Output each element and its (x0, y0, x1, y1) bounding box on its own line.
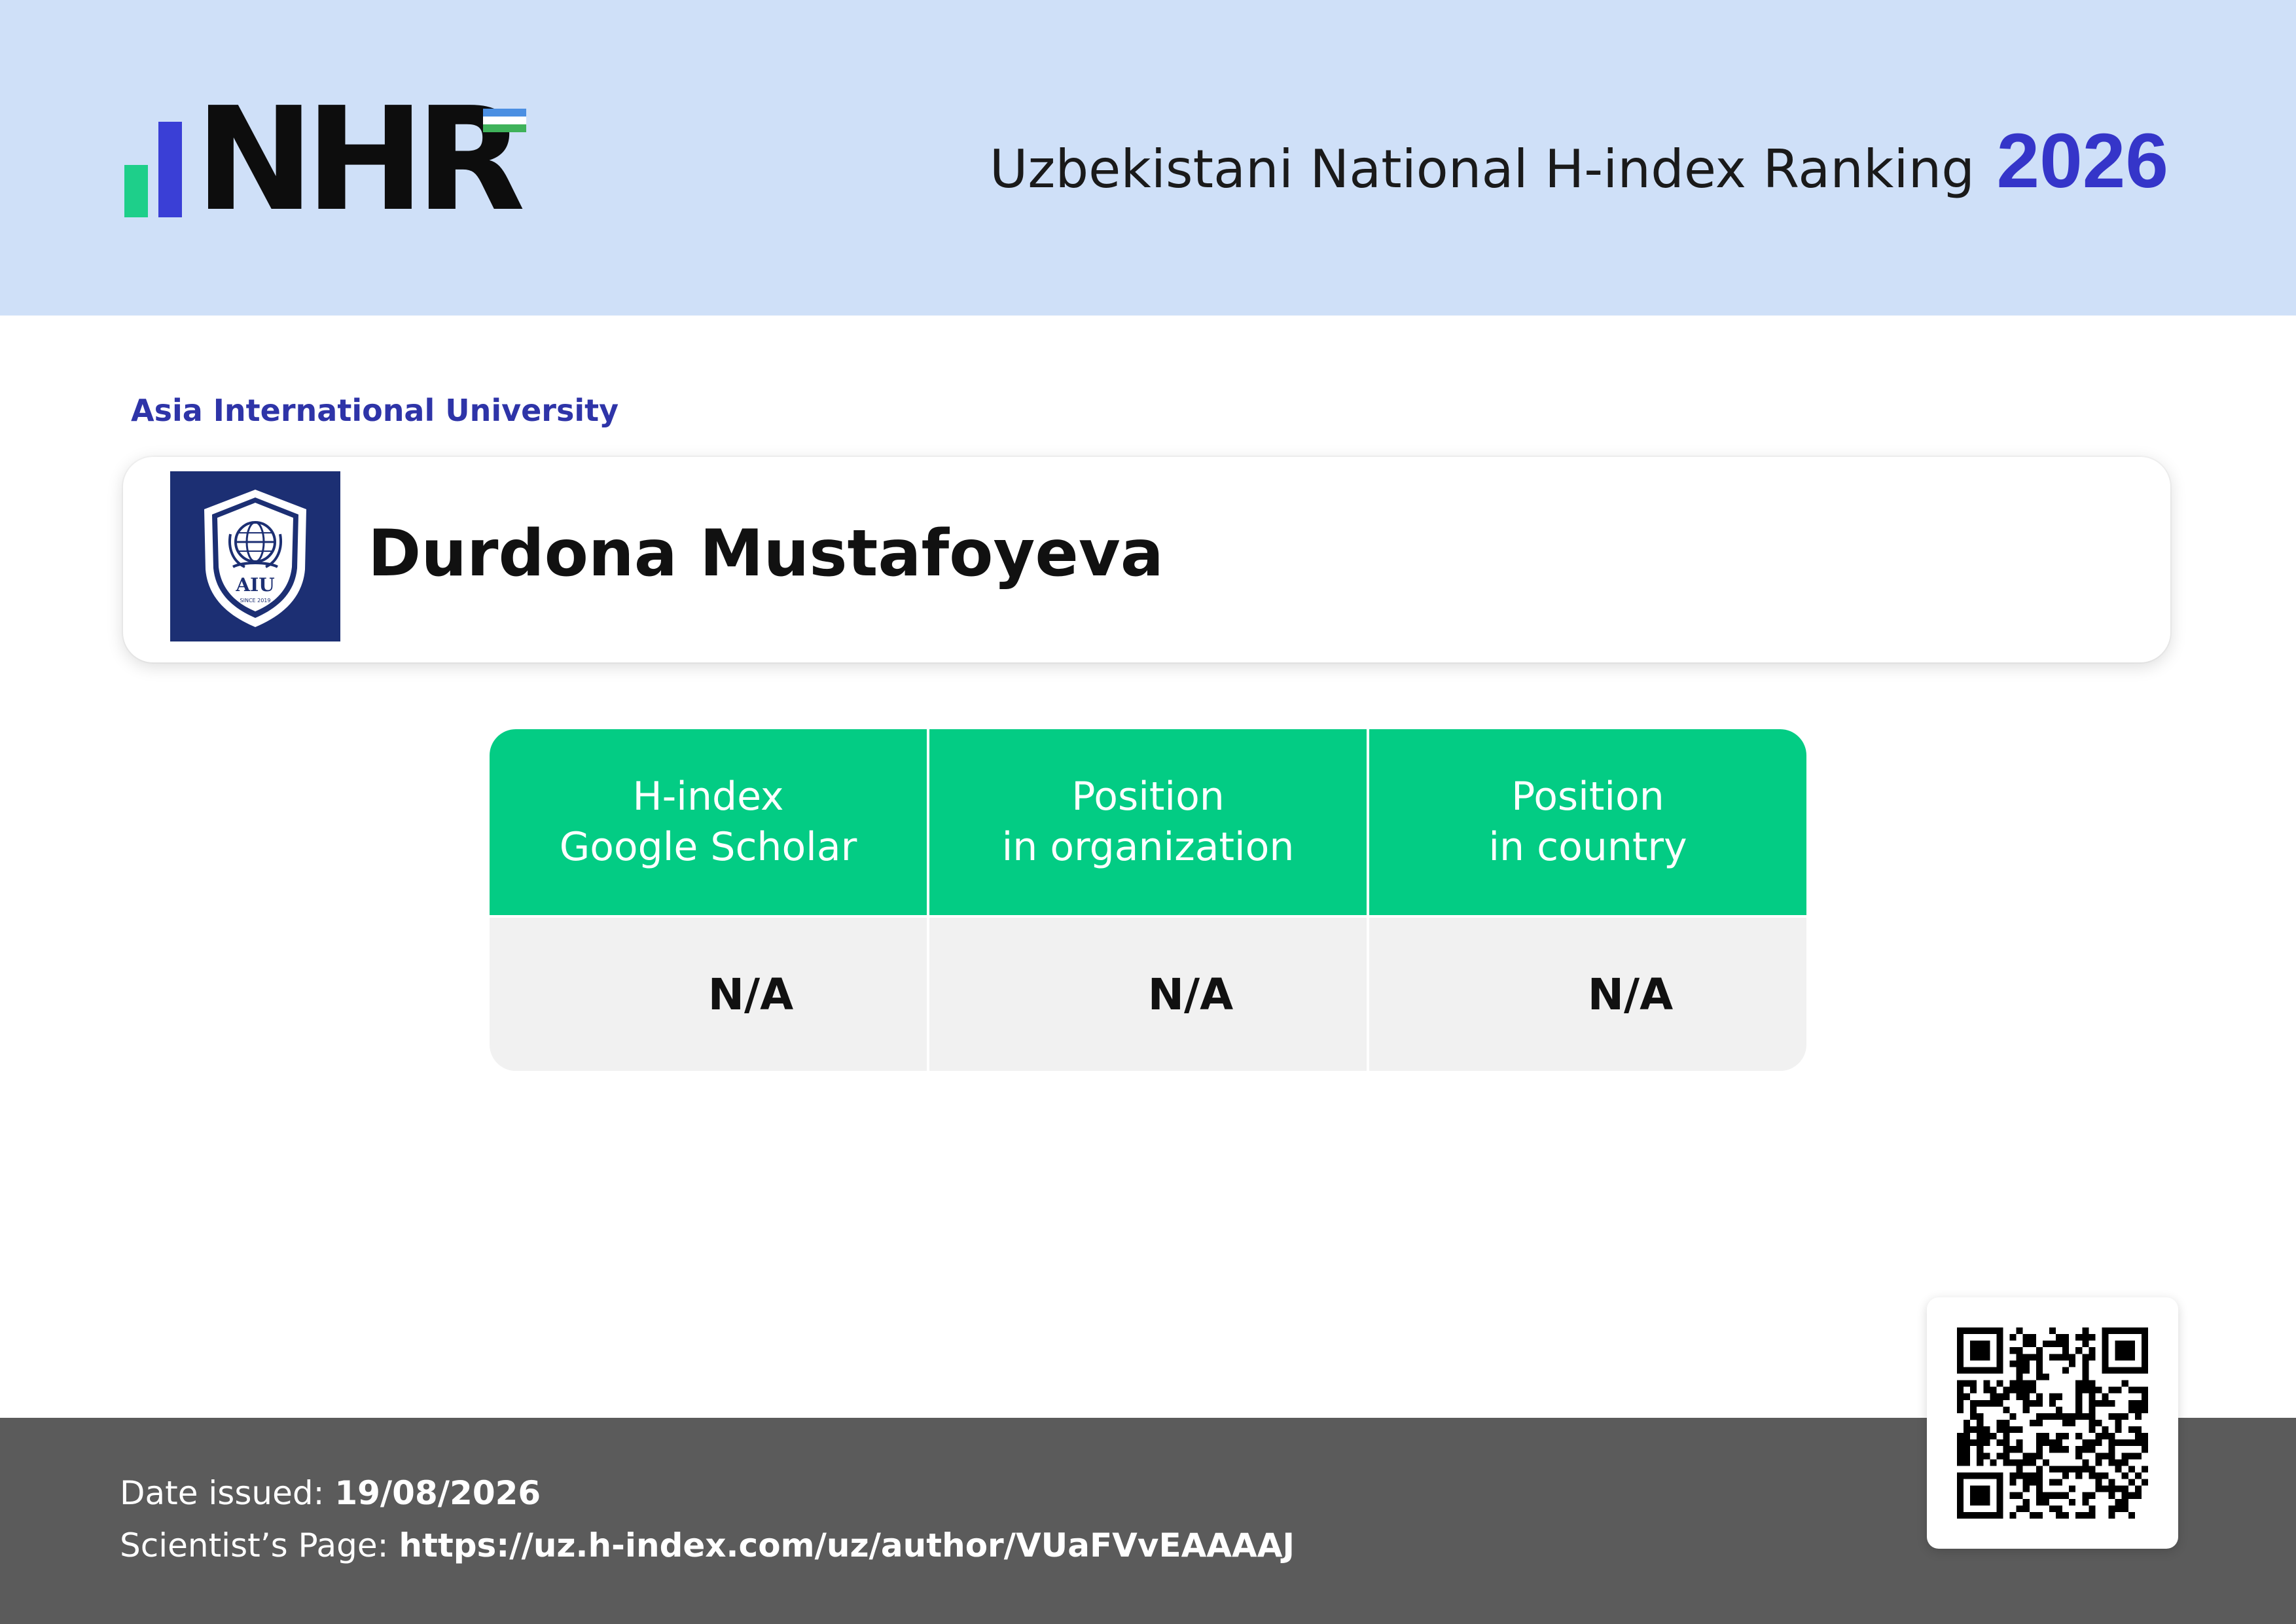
header-banner: NHR Uzbekistani National H-index Ranking… (0, 0, 2296, 316)
date-issued-label: Date issued: (120, 1474, 325, 1512)
stats-header-line1: Position (1071, 774, 1225, 820)
stats-header-position-organization: Position in organization (929, 729, 1367, 915)
qr-code-icon (1957, 1327, 2148, 1519)
stats-value-h-index: N/A (490, 918, 927, 1071)
aiu-crest-icon: AIU SINCE 2019 (204, 490, 306, 627)
stats-header-position-country: Position in country (1369, 729, 1806, 915)
ranking-title-text: Uzbekistani National H-index Ranking (989, 139, 1975, 200)
stats-table: H-index Google Scholar N/A Position in o… (490, 729, 1806, 1071)
organization-logo: AIU SINCE 2019 (170, 471, 340, 641)
stats-column-position-country: Position in country N/A (1369, 729, 1806, 1071)
aiu-logo-text: AIU (235, 574, 274, 596)
logo-bar-green (124, 165, 148, 217)
qr-code-card[interactable] (1927, 1297, 2178, 1549)
stats-value-text: N/A (708, 969, 794, 1020)
uzbekistan-flag-icon (483, 109, 526, 132)
stats-header-line2: Google Scholar (559, 824, 857, 870)
stats-header-line2: in organization (1001, 824, 1295, 870)
stats-header-line2: in country (1488, 824, 1687, 870)
logo-text: NHR (195, 77, 526, 243)
ranking-year: 2026 (1996, 118, 2168, 204)
ranking-title: Uzbekistani National H-index Ranking 202… (990, 115, 2168, 208)
scientist-card: AIU SINCE 2019 Durdona Mustafoyeva (123, 457, 2170, 662)
organization-name[interactable]: Asia International University (131, 393, 619, 428)
date-issued: Date issued: 19/08/2026 (120, 1474, 541, 1512)
stats-value-text: N/A (1587, 969, 1674, 1020)
stats-header-line1: H-index (632, 774, 784, 820)
stats-header-line1: Position (1511, 774, 1664, 820)
aiu-logo-subtext: SINCE 2019 (240, 598, 271, 604)
stats-value-text: N/A (1147, 969, 1234, 1020)
scientist-page-link[interactable]: https://uz.h-index.com/uz/author/VUaFVvE… (399, 1526, 1295, 1564)
date-issued-value: 19/08/2026 (334, 1474, 541, 1512)
stats-header-h-index: H-index Google Scholar (490, 729, 927, 915)
stats-column-h-index: H-index Google Scholar N/A (490, 729, 927, 1071)
stats-column-position-organization: Position in organization N/A (929, 729, 1367, 1071)
stats-value-position-country: N/A (1369, 918, 1806, 1071)
scientist-page-label: Scientist’s Page: (120, 1526, 389, 1564)
stats-value-position-organization: N/A (929, 918, 1367, 1071)
nhr-logo: NHR (124, 89, 543, 232)
logo-bar-blue (158, 122, 182, 217)
scientist-page: Scientist’s Page: https://uz.h-index.com… (120, 1526, 1295, 1564)
scientist-name: Durdona Mustafoyeva (368, 516, 1164, 591)
